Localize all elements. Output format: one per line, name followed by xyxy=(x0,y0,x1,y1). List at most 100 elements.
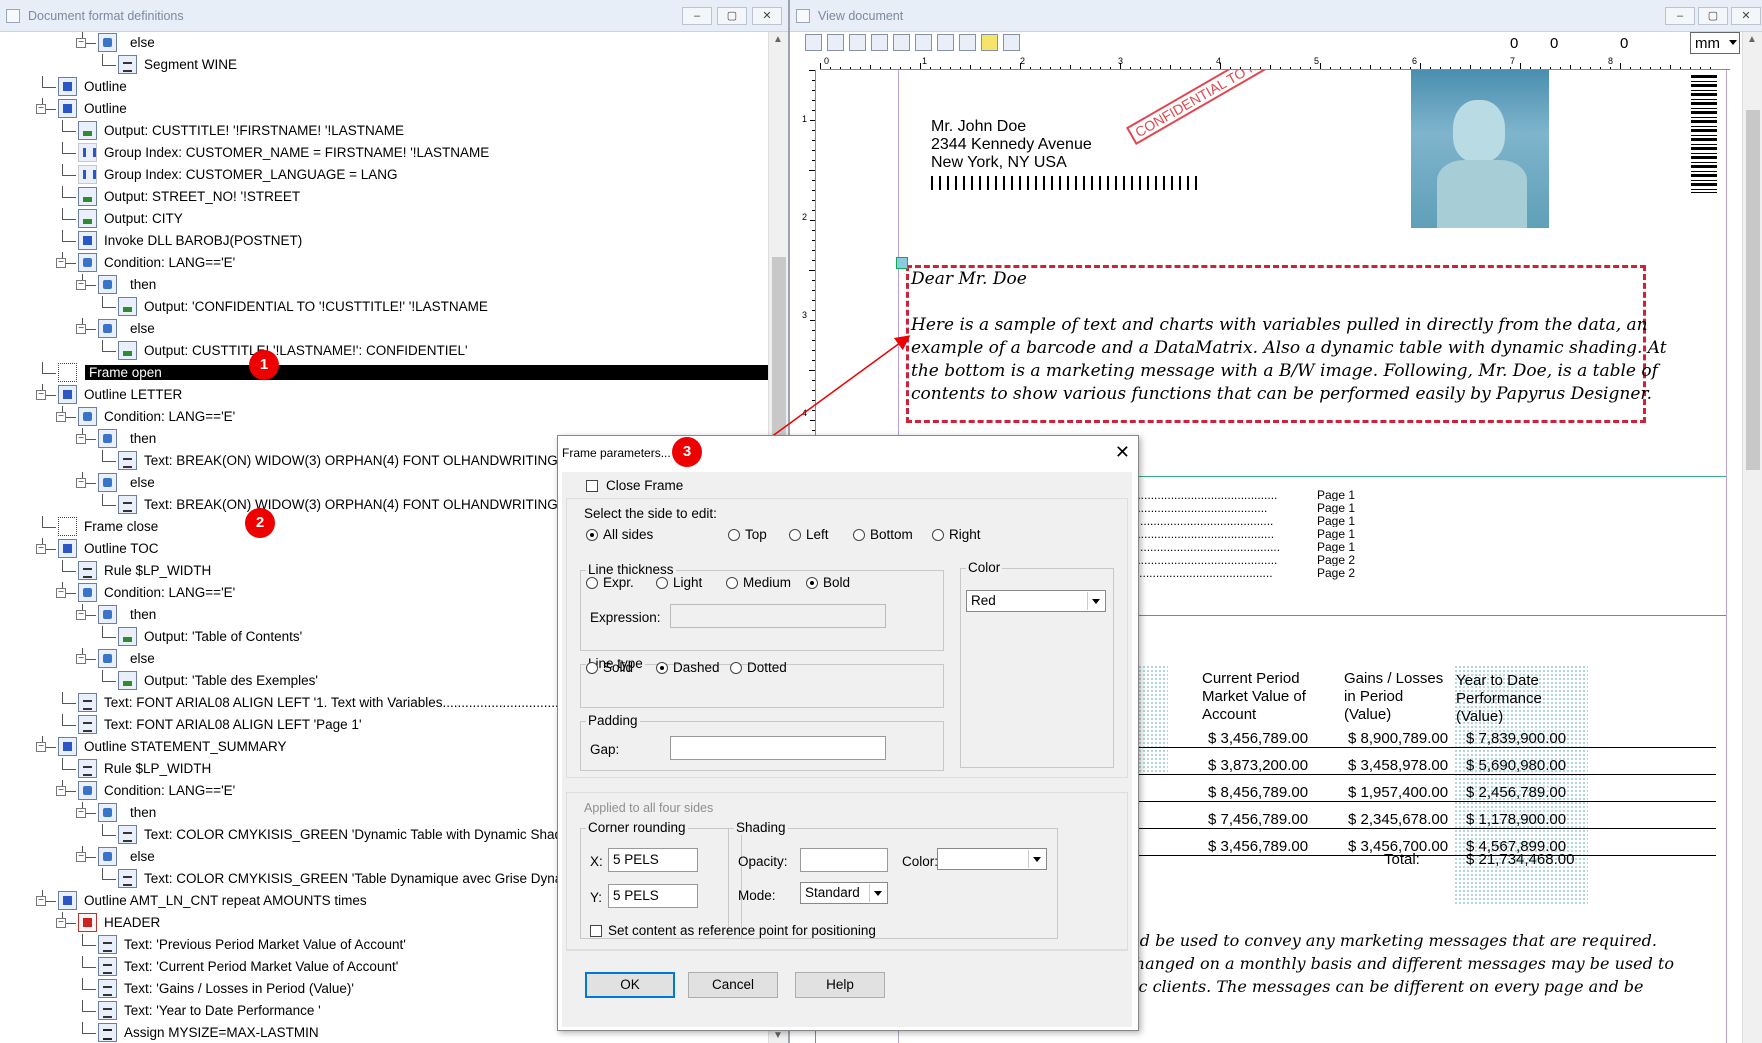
collapse-toggle-icon[interactable]: − xyxy=(76,478,86,488)
fit-height-icon[interactable] xyxy=(849,34,866,51)
mode-select[interactable]: Standard xyxy=(800,882,888,904)
collapse-toggle-icon[interactable]: − xyxy=(76,808,86,818)
highlight-icon[interactable] xyxy=(981,34,998,51)
tree-connector xyxy=(102,340,103,352)
collapse-toggle-icon[interactable]: − xyxy=(76,280,86,290)
close-icon[interactable]: ✕ xyxy=(1115,442,1130,463)
minimize-button[interactable]: – xyxy=(682,7,712,25)
collapse-toggle-icon[interactable]: − xyxy=(56,588,66,598)
thickness-radio-light[interactable] xyxy=(656,577,668,589)
collapse-toggle-icon[interactable]: − xyxy=(36,104,46,114)
txt-node-icon xyxy=(98,979,117,998)
tree-row[interactable]: Frame open xyxy=(0,362,768,384)
collapse-toggle-icon[interactable]: − xyxy=(76,38,86,48)
corner-x-input[interactable]: 5 PELS xyxy=(608,848,698,872)
thickness-radio-medium[interactable] xyxy=(726,577,738,589)
line-type-radio-dotted[interactable] xyxy=(730,662,742,674)
expression-input[interactable] xyxy=(670,604,886,628)
frame-anchor-icon[interactable] xyxy=(896,257,908,269)
tree-row[interactable]: − Outline xyxy=(0,98,768,120)
side-radio-all-sides[interactable] xyxy=(586,529,598,541)
fit-page-icon[interactable] xyxy=(805,34,822,51)
maximize-button[interactable]: ▢ xyxy=(717,7,747,25)
scroll-up-icon[interactable]: ▲ xyxy=(1747,34,1757,45)
tree-row[interactable]: − Condition: LANG=='E' xyxy=(0,406,768,428)
side-radio-bottom[interactable] xyxy=(853,529,865,541)
tree-row[interactable]: Output: CUSTTITLE! '!FIRSTNAME! '!LASTNA… xyxy=(0,120,768,142)
table-cell: $ 7,456,789.00 xyxy=(1208,811,1309,828)
ok-button[interactable]: OK xyxy=(585,972,675,998)
tree-row-label: Frame close xyxy=(84,519,159,534)
tree-row-label: Outline STATEMENT_SUMMARY xyxy=(84,739,287,754)
zoom-page-icon[interactable] xyxy=(959,34,976,51)
zoom-reset-icon[interactable] xyxy=(937,34,954,51)
zoom-area-icon[interactable] xyxy=(893,34,910,51)
line-type-radio-dashed[interactable] xyxy=(656,662,668,674)
settings-icon[interactable] xyxy=(1003,34,1020,51)
tree-row[interactable]: − else xyxy=(0,318,768,340)
tree-row[interactable]: Output: STREET_NO! '!STREET xyxy=(0,186,768,208)
opacity-input[interactable] xyxy=(800,848,888,872)
tree-row[interactable]: − Condition: LANG=='E' xyxy=(0,252,768,274)
line-type-radio-solid[interactable] xyxy=(586,662,598,674)
collapse-toggle-icon[interactable]: − xyxy=(36,390,46,400)
tree-row-label: Output: CUSTTITLE! '!LASTNAME!': CONFIDE… xyxy=(144,343,468,358)
side-radio-left[interactable] xyxy=(789,529,801,541)
tree-row[interactable]: − then xyxy=(0,274,768,296)
collapse-toggle-icon[interactable]: − xyxy=(56,412,66,422)
tree-row[interactable]: Segment WINE xyxy=(0,54,768,76)
corner-y-input[interactable]: 5 PELS xyxy=(608,884,698,908)
document-scrollbar[interactable]: ▲ xyxy=(1742,32,1762,1043)
tree-row[interactable]: − else xyxy=(0,32,768,54)
collapse-toggle-icon[interactable]: − xyxy=(36,544,46,554)
tree-row[interactable]: − Outline LETTER xyxy=(0,384,768,406)
color-select[interactable]: Red xyxy=(966,590,1106,612)
tree-row[interactable]: Output: CITY xyxy=(0,208,768,230)
unit-select[interactable]: mm xyxy=(1690,32,1740,54)
collapse-toggle-icon[interactable]: − xyxy=(76,610,86,620)
padding-label: Padding xyxy=(586,713,640,728)
close-button[interactable]: ✕ xyxy=(1731,7,1761,25)
collapse-toggle-icon[interactable]: − xyxy=(76,324,86,334)
minimize-button[interactable]: – xyxy=(1665,7,1695,25)
collapse-toggle-icon[interactable]: − xyxy=(56,918,66,928)
collapse-toggle-icon[interactable]: − xyxy=(36,742,46,752)
tree-row[interactable]: Invoke DLL BAROBJ(POSTNET) xyxy=(0,230,768,252)
close-button[interactable]: ✕ xyxy=(752,7,782,25)
gap-input[interactable] xyxy=(670,736,886,760)
thickness-radio-expr[interactable] xyxy=(586,577,598,589)
ruler-tick xyxy=(809,270,815,271)
side-radio-right[interactable] xyxy=(932,529,944,541)
tree-row-label: Output: CUSTTITLE! '!FIRSTNAME! '!LASTNA… xyxy=(104,123,404,138)
ruler-tick xyxy=(1290,67,1291,69)
tree-row[interactable]: Group Index: CUSTOMER_NAME = FIRSTNAME! … xyxy=(0,142,768,164)
zoom-in-icon[interactable] xyxy=(871,34,888,51)
ref-point-checkbox[interactable] xyxy=(590,925,602,937)
close-frame-checkbox[interactable] xyxy=(586,480,598,492)
collapse-toggle-icon[interactable]: − xyxy=(76,654,86,664)
cancel-button[interactable]: Cancel xyxy=(688,972,778,998)
collapse-toggle-icon[interactable]: − xyxy=(56,258,66,268)
zoom-out-icon[interactable] xyxy=(915,34,932,51)
tree-connector xyxy=(82,934,83,946)
tree-row[interactable]: Output: CUSTTITLE! '!LASTNAME!': CONFIDE… xyxy=(0,340,768,362)
maximize-button[interactable]: ▢ xyxy=(1698,7,1728,25)
collapse-toggle-icon[interactable]: − xyxy=(76,434,86,444)
ruler-tick xyxy=(1700,67,1701,69)
shade-color-select[interactable] xyxy=(937,848,1047,870)
fit-width-icon[interactable] xyxy=(827,34,844,51)
ruler-tick xyxy=(1260,67,1261,69)
scroll-up-icon[interactable]: ▲ xyxy=(773,34,783,45)
dialog-body: Close Frame Select the side to edit: All… xyxy=(562,472,1132,1027)
help-button[interactable]: Help xyxy=(795,972,885,998)
tree-row[interactable]: Output: 'CONFIDENTIAL TO '!CUSTTITLE!' '… xyxy=(0,296,768,318)
tree-row[interactable]: Group Index: CUSTOMER_LANGUAGE = LANG xyxy=(0,164,768,186)
tree-row[interactable]: Outline xyxy=(0,76,768,98)
collapse-toggle-icon[interactable]: − xyxy=(76,852,86,862)
thickness-radio-bold[interactable] xyxy=(806,577,818,589)
collapse-toggle-icon[interactable]: − xyxy=(56,786,66,796)
collapse-toggle-icon[interactable]: − xyxy=(36,896,46,906)
side-radio-top[interactable] xyxy=(728,529,740,541)
scrollbar-thumb[interactable] xyxy=(1746,110,1760,470)
scroll-down-icon[interactable]: ▼ xyxy=(773,1030,783,1041)
